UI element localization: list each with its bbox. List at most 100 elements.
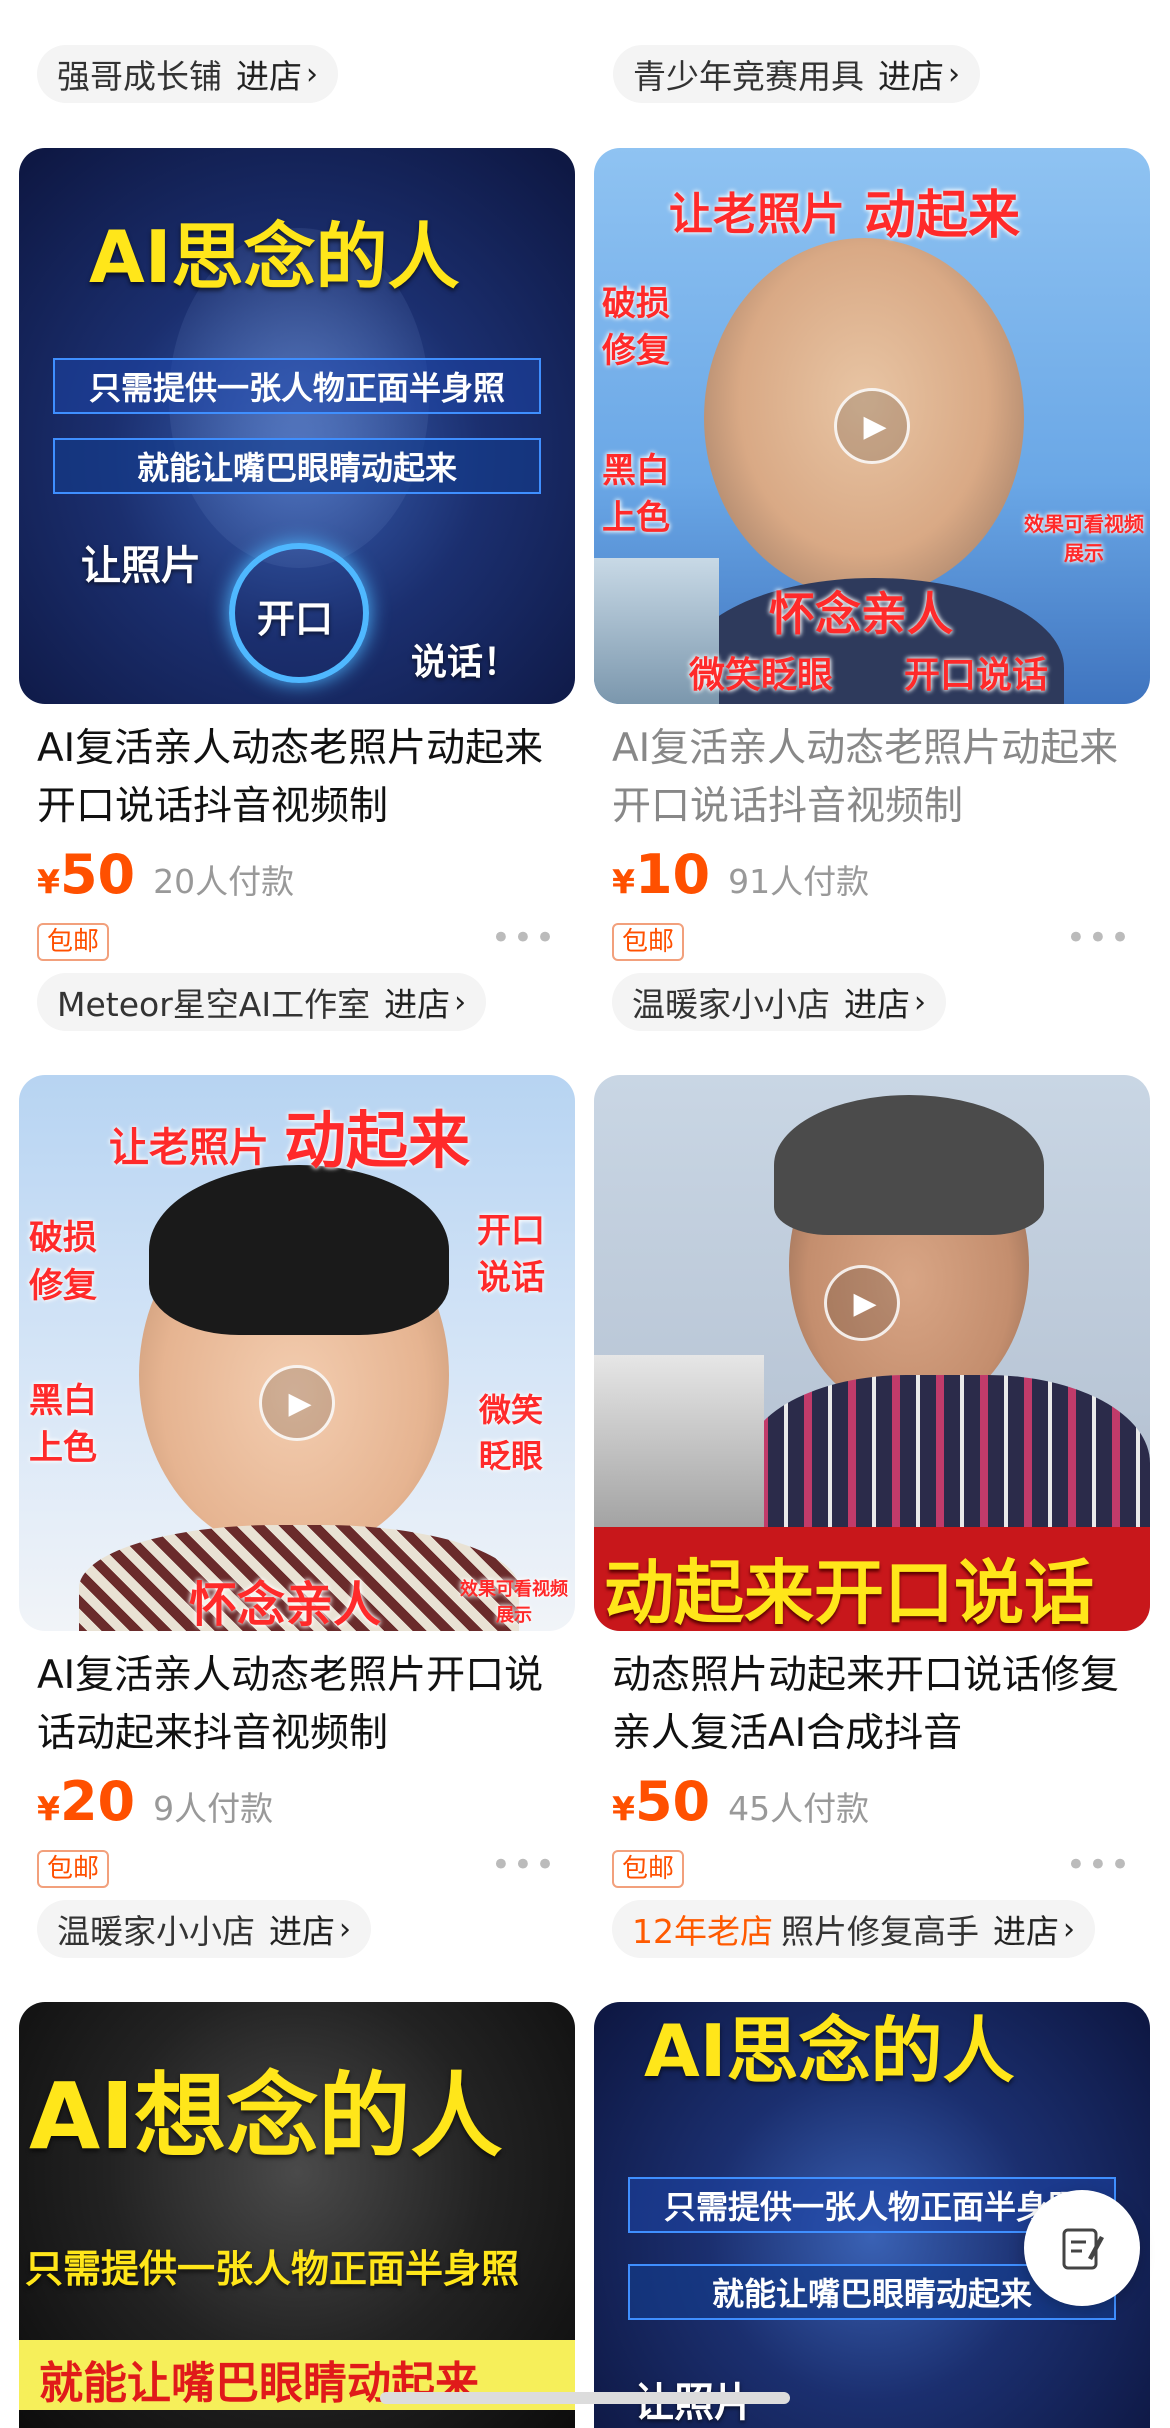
thumb-bottom: 怀念亲人 xyxy=(189,1577,382,1631)
more-options-icon[interactable]: ••• xyxy=(491,1845,557,1885)
play-icon[interactable]: ▶ xyxy=(824,1265,900,1341)
thumb-headline: AI思念的人 xyxy=(644,2009,1015,2093)
more-options-icon[interactable]: ••• xyxy=(1066,918,1132,958)
product-image[interactable]: 让老照片 动起来 破损 修复 黑白 上色 效果可看视频展示 怀念亲人 微笑眨眼 … xyxy=(594,148,1150,704)
sold-count: 45人付款 xyxy=(728,1789,870,1828)
product-image[interactable]: AI想念的人 只需提供一张人物正面半身照 就能让嘴巴眼睛动起来 xyxy=(19,2002,575,2428)
thumb-right-text: 说话！ xyxy=(411,642,520,683)
price-row: ¥ 20 9人付款 xyxy=(37,1770,273,1833)
product-image[interactable]: 让老照片 动起来 破损 修复 黑白 上色 开口 说话 微笑 眨眼 怀念亲人 效果… xyxy=(19,1075,575,1631)
thumb-left-3: 黑白 xyxy=(29,1381,97,1421)
thumb-left-2: 修复 xyxy=(602,331,670,371)
enter-shop-label: 进店 xyxy=(384,985,451,1024)
thumb-headline: AI想念的人 xyxy=(29,2063,503,2170)
thumb-headline-a: 让老照片 xyxy=(109,1125,269,1171)
enter-shop-label: 进店 xyxy=(236,57,302,96)
product-title[interactable]: AI复活亲人动态老照片动起来开口说话抖音视频制 xyxy=(612,720,1142,836)
shop-link[interactable]: 温暖家小小店 进店 › xyxy=(612,973,946,1031)
currency-symbol: ¥ xyxy=(612,1789,635,1828)
hair-shape xyxy=(149,1165,449,1335)
shop-link[interactable]: Meteor星空AI工作室 进店 › xyxy=(37,973,487,1031)
price-row: ¥ 10 91人付款 xyxy=(612,843,869,906)
free-shipping-badge: 包邮 xyxy=(37,923,110,961)
price-row: ¥ 50 45人付款 xyxy=(612,1770,869,1833)
thumb-center-text: 开口 xyxy=(257,597,334,641)
thumb-note: 效果可看视频展示 xyxy=(1024,512,1144,565)
shop-age-tag: 12年老店 xyxy=(632,1912,773,1951)
thumb-right-4: 眨眼 xyxy=(479,1437,544,1475)
thumb-right-1: 开口 xyxy=(477,1211,545,1251)
thumb-band-2: 就能让嘴巴眼睛动起来 xyxy=(53,438,541,494)
price-value: 50 xyxy=(59,843,136,906)
play-icon[interactable]: ▶ xyxy=(259,1365,335,1441)
sold-count: 20人付款 xyxy=(153,862,295,901)
free-shipping-badge: 包邮 xyxy=(37,1850,110,1888)
price-value: 10 xyxy=(634,843,711,906)
product-card[interactable]: 让老照片 动起来 破损 修复 黑白 上色 开口 说话 微笑 眨眼 怀念亲人 效果… xyxy=(19,1075,575,1958)
chevron-right-icon: › xyxy=(948,56,960,92)
thumb-headline-b: 动起来 xyxy=(864,186,1021,246)
thumb-right-3: 微笑 xyxy=(479,1391,544,1429)
enter-shop-label: 进店 xyxy=(844,985,910,1024)
hair-shape xyxy=(774,1095,1044,1235)
thumb-band-1: 只需提供一张人物正面半身照 xyxy=(53,358,541,414)
shop-link-youth-competition[interactable]: 青少年竞赛用具 进店 › xyxy=(613,45,980,103)
thumb-banner: 动起来开口说话 xyxy=(604,1552,1094,1631)
thumb-left-4: 上色 xyxy=(29,1428,97,1468)
price-value: 50 xyxy=(634,1770,711,1833)
shop-name: 强哥成长铺 xyxy=(57,57,222,96)
thumb-left-2: 修复 xyxy=(29,1266,97,1306)
chevron-right-icon: › xyxy=(454,984,467,1020)
thumb-bottom-2: 微笑眨眼 xyxy=(689,655,834,696)
thumb-left-1: 破损 xyxy=(29,1218,97,1258)
thumb-headline-b: 动起来 xyxy=(284,1104,471,1177)
currency-symbol: ¥ xyxy=(37,1789,60,1828)
thumb-bottom-1: 怀念亲人 xyxy=(769,587,953,641)
chevron-right-icon: › xyxy=(914,984,926,1020)
shop-link[interactable]: 温暖家小小店 进店 › xyxy=(37,1900,371,1958)
product-title[interactable]: AI复活亲人动态老照片动起来开口说话抖音视频制 xyxy=(37,720,567,836)
more-options-icon[interactable]: ••• xyxy=(491,918,557,958)
price-row: ¥ 50 20人付款 xyxy=(37,843,294,906)
product-card[interactable]: 让老照片 动起来 破损 修复 黑白 上色 效果可看视频展示 怀念亲人 微笑眨眼 … xyxy=(594,148,1150,1031)
currency-symbol: ¥ xyxy=(612,862,635,901)
thumb-left-text: 让照片 xyxy=(81,543,201,589)
sold-count: 91人付款 xyxy=(728,862,870,901)
product-image[interactable]: AI思念的人 只需提供一张人物正面半身照 就能让嘴巴眼睛动起来 让照片 开口 说… xyxy=(19,148,575,704)
thumb-headline-a: 让老照片 xyxy=(669,189,845,240)
product-title[interactable]: AI复活亲人动态老照片开口说话动起来抖音视频制 xyxy=(37,1647,567,1763)
enter-shop-label: 进店 xyxy=(878,57,944,96)
shop-link-strong-brother[interactable]: 强哥成长铺 进店 › xyxy=(37,45,338,103)
thumb-bottom-3: 开口说话 xyxy=(904,655,1049,696)
more-options-icon[interactable]: ••• xyxy=(1066,1845,1132,1885)
product-card[interactable]: 动起来开口说话 ▶ 动态照片动起来开口说话修复亲人复活AI合成抖音 ¥ 50 4… xyxy=(594,1075,1150,1958)
free-shipping-badge: 包邮 xyxy=(612,923,685,961)
product-card[interactable]: AI思念的人 只需提供一张人物正面半身照 就能让嘴巴眼睛动起来 让照片 开口 说… xyxy=(19,148,575,1031)
thumb-headline: AI思念的人 xyxy=(89,215,460,299)
old-photo-inset xyxy=(594,1355,764,1545)
product-image[interactable]: 动起来开口说话 ▶ xyxy=(594,1075,1150,1631)
chevron-right-icon: › xyxy=(339,1911,351,1947)
play-icon[interactable]: ▶ xyxy=(834,388,910,464)
edit-note-icon xyxy=(1062,2228,1104,2270)
product-title[interactable]: 动态照片动起来开口说话修复亲人复活AI合成抖音 xyxy=(612,1647,1142,1763)
enter-shop-label: 进店 xyxy=(269,1912,335,1951)
shop-name: 温暖家小小店 xyxy=(632,985,830,1024)
floating-edit-button[interactable] xyxy=(1024,2190,1140,2306)
shop-name: Meteor星空AI工作室 xyxy=(57,985,371,1024)
thumb-left-4: 上色 xyxy=(602,498,670,538)
thumb-note: 效果可看视频展示 xyxy=(460,1579,568,1626)
shop-name: 青少年竞赛用具 xyxy=(633,57,864,96)
home-indicator[interactable] xyxy=(380,2392,790,2404)
shop-name: 照片修复高手 xyxy=(781,1912,979,1951)
price-value: 20 xyxy=(59,1770,136,1833)
currency-symbol: ¥ xyxy=(37,862,60,901)
shop-link[interactable]: 12年老店 照片修复高手 进店 › xyxy=(612,1900,1095,1958)
enter-shop-label: 进店 xyxy=(993,1912,1059,1951)
sold-count: 9人付款 xyxy=(153,1789,274,1828)
thumb-right-2: 说话 xyxy=(477,1258,545,1298)
shop-name: 温暖家小小店 xyxy=(57,1912,255,1951)
free-shipping-badge: 包邮 xyxy=(612,1850,685,1888)
product-card[interactable]: AI想念的人 只需提供一张人物正面半身照 就能让嘴巴眼睛动起来 xyxy=(19,2002,575,2428)
chevron-right-icon: › xyxy=(1063,1911,1075,1947)
